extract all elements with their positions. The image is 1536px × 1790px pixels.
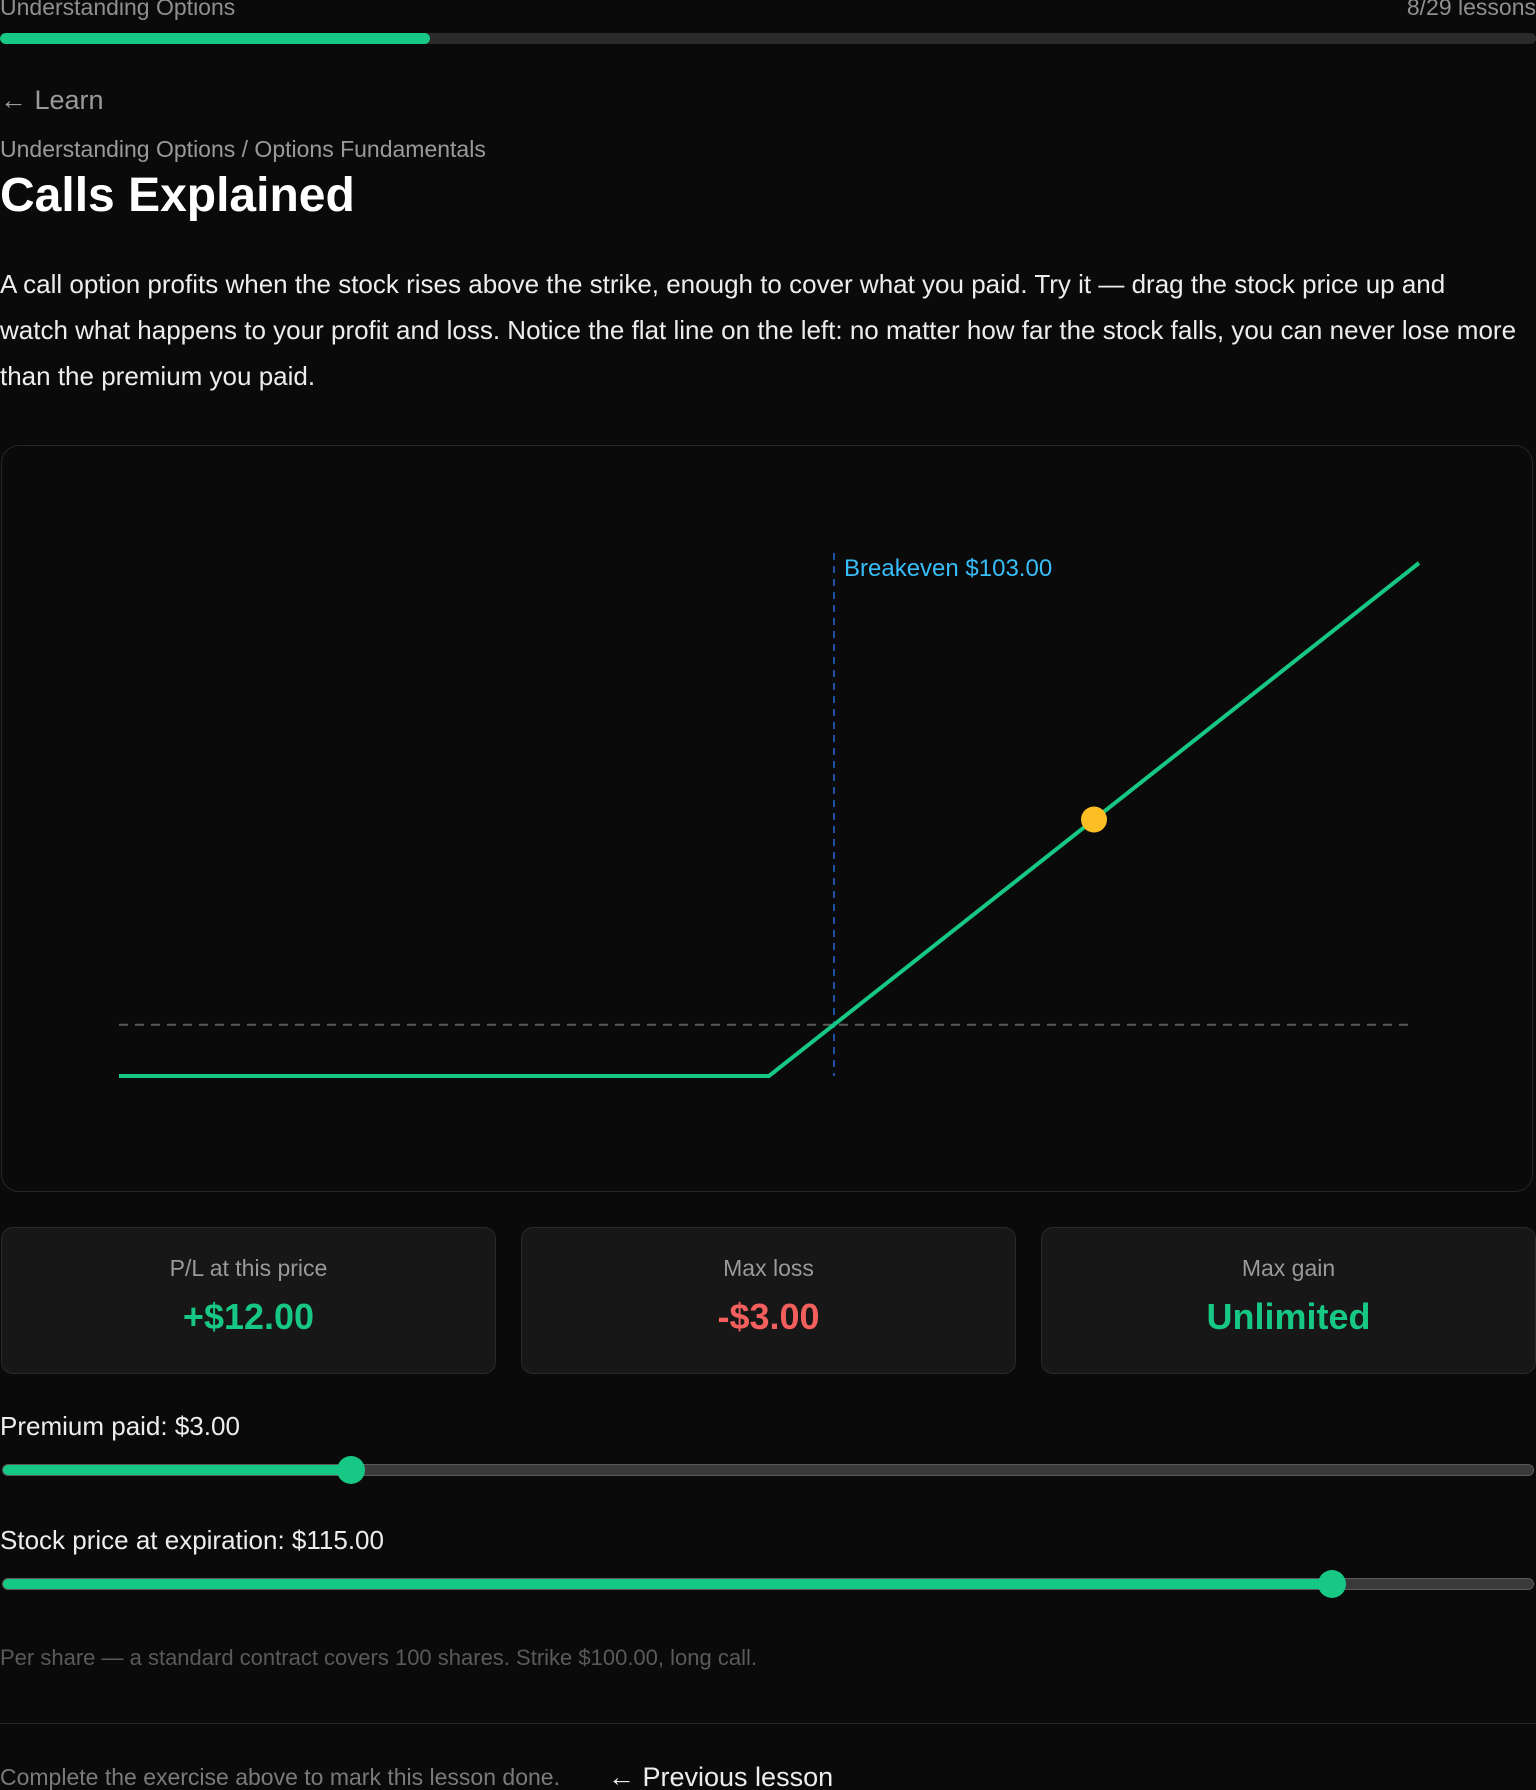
breadcrumb: Understanding Options / Options Fundamen… (0, 136, 486, 162)
stats-row: P/L at this price +$12.00 Max loss -$3.0… (0, 1227, 1536, 1374)
course-progress-fill (0, 33, 431, 44)
stock-price-slider-label: Stock price at expiration: $115.00 (0, 1525, 384, 1555)
payoff-line (119, 561, 1421, 1078)
payoff-chart-card: Breakeven $103.00 (1, 445, 1533, 1192)
premium-slider-fill (3, 1465, 352, 1475)
lesson-page: Understanding Options 8/29 lessons ← Lea… (0, 0, 1536, 1790)
max-loss-stat-card: Max loss -$3.00 (521, 1227, 1016, 1374)
max-loss-stat-label: Max loss (723, 1255, 814, 1281)
max-gain-stat-value: Unlimited (1206, 1296, 1371, 1337)
stock-price-slider-track (2, 1578, 1534, 1590)
max-loss-stat-value: -$3.00 (717, 1296, 820, 1337)
course-progress-header: Understanding Options 8/29 lessons (0, 0, 1536, 50)
course-title: Understanding Options (0, 0, 236, 20)
stock-price-slider-thumb[interactable] (1317, 1570, 1346, 1598)
page-title: Calls Explained (0, 169, 355, 222)
course-progress-bar (0, 33, 1536, 44)
premium-slider-thumb[interactable] (337, 1456, 366, 1484)
contract-footnote: Per share — a standard contract covers 1… (0, 1645, 757, 1670)
max-gain-stat-label: Max gain (1241, 1255, 1336, 1281)
pl-stat-value: +$12.00 (182, 1296, 315, 1337)
premium-slider[interactable] (2, 1456, 1534, 1484)
back-to-learn-link[interactable]: ← Learn (0, 85, 104, 116)
current-price-marker (1081, 806, 1107, 833)
breakeven-label: Breakeven $103.00 (844, 555, 1052, 582)
lesson-intro: A call option profits when the stock ris… (0, 269, 1517, 391)
max-gain-stat-card: Max gain Unlimited (1041, 1227, 1536, 1374)
footer-divider (0, 1723, 1536, 1724)
lesson-count: 8/29 lessons (1406, 0, 1536, 20)
stock-price-slider[interactable] (2, 1570, 1534, 1598)
pl-stat-card: P/L at this price +$12.00 (1, 1227, 496, 1374)
stock-price-slider-fill (3, 1579, 1332, 1589)
pl-stat-label: P/L at this price (169, 1255, 328, 1281)
premium-slider-track (2, 1464, 1534, 1476)
payoff-chart: Breakeven $103.00 (119, 553, 1421, 1078)
completion-note: Complete the exercise above to mark this… (0, 1764, 560, 1790)
previous-lesson-link[interactable]: ← Previous lesson (608, 1762, 833, 1790)
premium-slider-label: Premium paid: $3.00 (0, 1411, 240, 1441)
